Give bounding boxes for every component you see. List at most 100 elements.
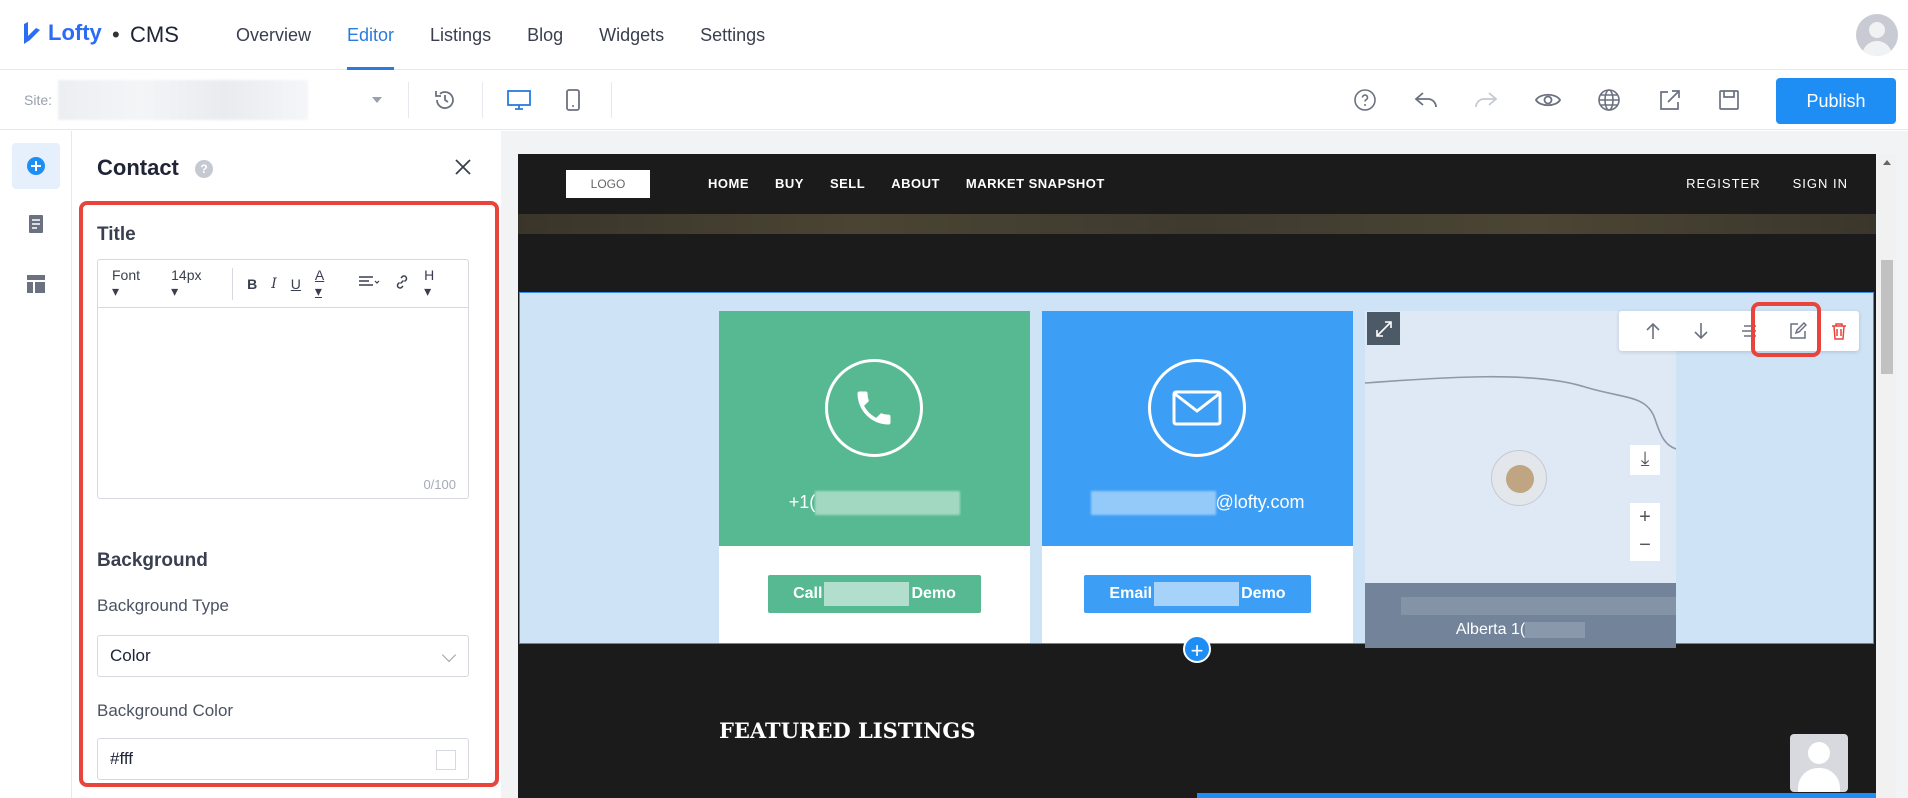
hero-image-strip <box>518 214 1876 234</box>
expand-icon[interactable] <box>1367 312 1400 345</box>
phone-number: +1( <box>719 491 1030 515</box>
editor-toolbar: Font ▾ 14px ▾ B I U A ▾ H ▾ <box>98 260 468 308</box>
download-icon[interactable]: ⤓ <box>1630 445 1660 475</box>
map-marker[interactable] <box>1491 450 1547 506</box>
rail-pages-button[interactable] <box>12 201 60 247</box>
chevron-down-icon[interactable] <box>372 97 382 103</box>
toolbar-divider <box>611 82 612 118</box>
call-button[interactable]: Call Demo <box>768 575 981 613</box>
add-icon <box>27 157 45 175</box>
publish-button[interactable]: Publish <box>1776 78 1896 124</box>
close-icon[interactable] <box>451 155 475 179</box>
save-icon[interactable] <box>1716 87 1742 113</box>
align-button[interactable] <box>358 275 380 292</box>
tab-blog[interactable]: Blog <box>527 0 563 70</box>
site-menu-market-snapshot[interactable]: MARKET SNAPSHOT <box>966 176 1105 191</box>
redacted-text <box>1090 491 1216 515</box>
canvas-scrollbar[interactable] <box>1878 154 1896 798</box>
bg-type-value: Color <box>110 646 151 665</box>
lofty-logo[interactable]: Lofty <box>22 20 102 46</box>
layout-icon <box>27 275 45 293</box>
phone-card-top: +1( <box>719 311 1030 546</box>
site-menu-about[interactable]: ABOUT <box>891 176 940 191</box>
featured-listings-heading: FEATURED LISTINGS <box>719 718 976 743</box>
mail-icon <box>1148 359 1246 457</box>
chat-avatar[interactable] <box>1790 734 1848 792</box>
user-avatar[interactable] <box>1856 14 1898 56</box>
move-down-icon[interactable] <box>1689 319 1713 343</box>
email-card: @lofty.com Email Demo <box>1042 311 1353 643</box>
email-address: @lofty.com <box>1042 491 1353 515</box>
redacted-text <box>815 491 961 515</box>
tab-settings[interactable]: Settings <box>700 0 765 70</box>
desktop-icon[interactable] <box>506 87 532 113</box>
help-icon[interactable] <box>1352 87 1378 113</box>
redacted-text <box>1401 597 1676 615</box>
site-header: LOGO HOME BUY SELL ABOUT MARKET SNAPSHOT… <box>518 154 1876 214</box>
scroll-thumb[interactable] <box>1881 260 1893 374</box>
listing-strip <box>1197 793 1876 798</box>
editor-toolbar: Site: Publish <box>0 70 1908 130</box>
toolbar-divider <box>408 82 409 118</box>
lofty-logo-icon <box>24 22 40 44</box>
bg-type-label: Background Type <box>97 596 229 615</box>
redacted-text <box>824 582 910 606</box>
link-icon[interactable] <box>394 274 410 293</box>
site-menu-sell[interactable]: SELL <box>830 176 865 191</box>
map-address-bar: Alberta 1( <box>1365 583 1676 648</box>
size-select[interactable]: 14px ▾ <box>171 267 218 300</box>
title-section-heading: Title <box>97 224 136 245</box>
align-left-icon <box>359 276 380 286</box>
rail-add-button[interactable] <box>12 143 60 189</box>
panel-title: Contact <box>97 155 179 180</box>
editor-divider <box>232 267 234 300</box>
tab-listings[interactable]: Listings <box>430 0 491 70</box>
site-selector[interactable] <box>58 80 308 120</box>
preview-icon[interactable] <box>1535 87 1561 113</box>
tab-widgets[interactable]: Widgets <box>599 0 664 70</box>
delete-icon[interactable] <box>1827 319 1851 343</box>
history-icon[interactable] <box>432 87 458 113</box>
italic-button[interactable]: I <box>271 276 277 292</box>
scroll-up-arrow[interactable] <box>1883 160 1891 165</box>
char-count: 0/100 <box>423 477 456 492</box>
heading-button[interactable]: H ▾ <box>424 267 454 300</box>
site-logo[interactable]: LOGO <box>566 170 650 198</box>
background-section-heading: Background <box>97 550 208 571</box>
phone-icon <box>825 359 923 457</box>
register-link[interactable]: REGISTER <box>1686 176 1760 191</box>
rich-text-editor[interactable]: Font ▾ 14px ▾ B I U A ▾ H ▾ 0/100 <box>97 259 469 499</box>
nav-tabs: Overview Editor Listings Blog Widgets Se… <box>236 0 801 70</box>
bg-type-select[interactable]: Color <box>97 635 469 677</box>
help-icon[interactable]: ? <box>195 160 213 178</box>
bg-color-input[interactable]: #fff <box>97 738 469 780</box>
sign-in-link[interactable]: SIGN IN <box>1793 176 1848 191</box>
site-label: Site: <box>24 92 53 108</box>
font-select[interactable]: Font ▾ <box>112 267 157 300</box>
move-up-icon[interactable] <box>1641 319 1665 343</box>
left-rail <box>0 131 72 798</box>
redacted-text <box>1154 582 1240 606</box>
rail-layout-button[interactable] <box>12 261 60 307</box>
email-card-top: @lofty.com <box>1042 311 1353 546</box>
zoom-out-button[interactable]: − <box>1630 531 1660 561</box>
email-button[interactable]: Email Demo <box>1084 575 1311 613</box>
redo-icon[interactable] <box>1473 87 1499 113</box>
location-map[interactable]: ⤓ + − Alberta 1( <box>1365 311 1676 648</box>
section-action-toolbar <box>1619 311 1859 351</box>
zoom-in-button[interactable]: + <box>1630 503 1660 533</box>
globe-icon[interactable] <box>1596 87 1622 113</box>
bold-button[interactable]: B <box>247 276 257 292</box>
site-menu-buy[interactable]: BUY <box>775 176 804 191</box>
undo-icon[interactable] <box>1413 87 1439 113</box>
underline-button[interactable]: U <box>291 276 301 292</box>
add-section-button[interactable]: + <box>1183 635 1211 663</box>
tab-editor[interactable]: Editor <box>347 0 395 70</box>
contact-settings-panel: Contact ? Title Font ▾ 14px ▾ B I U A ▾ … <box>73 131 500 798</box>
font-color-button[interactable]: A ▾ <box>315 267 344 300</box>
mobile-icon[interactable] <box>560 87 586 113</box>
tab-overview[interactable]: Overview <box>236 0 311 70</box>
share-icon[interactable] <box>1657 87 1683 113</box>
site-menu-home[interactable]: HOME <box>708 176 749 191</box>
color-swatch[interactable] <box>436 750 456 770</box>
